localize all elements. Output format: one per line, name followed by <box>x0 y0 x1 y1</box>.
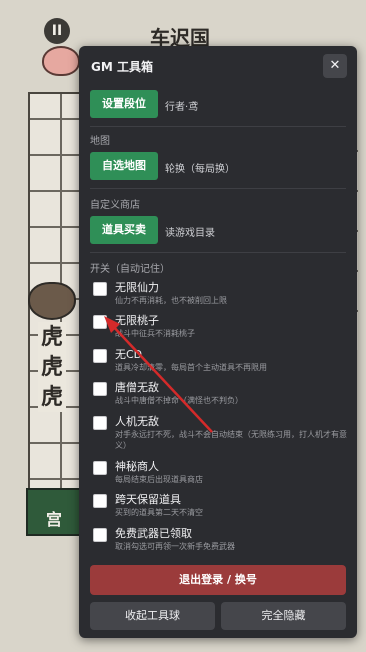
logout-button[interactable]: 退出登录 / 换号 <box>90 565 346 595</box>
panel-title: GM 工具箱 <box>91 60 153 74</box>
divider <box>90 126 346 127</box>
shop-note: 读游戏目录 <box>165 228 215 239</box>
toggle-name: 无限桃子 <box>115 314 159 327</box>
gm-toolbox-panel: GM 工具箱 ✕ 设置段位 行者·鸢 地图 自选地图 轮换（每局换） 自定义商店… <box>79 46 357 638</box>
close-icon[interactable]: ✕ <box>323 54 347 78</box>
shop-section-label: 自定义商店 <box>90 200 140 211</box>
tiger-piece: 虎 <box>40 384 63 410</box>
realm-note: 行者·鸢 <box>165 102 199 113</box>
toggle-description: 道具冷却清零，每局首个主动道具不再限用 <box>115 363 267 372</box>
toggle-name: 无CD <box>115 348 143 361</box>
pause-icon[interactable]: II <box>44 18 70 44</box>
checkbox[interactable] <box>93 315 107 329</box>
tiger-piece: 虎 <box>40 324 63 350</box>
checkbox[interactable] <box>93 528 107 542</box>
palace-icon: 宫 <box>26 488 82 536</box>
divider <box>90 188 346 189</box>
toggle-name: 人机无敌 <box>115 415 159 428</box>
toggle-description: 仙力不再消耗，也不被削回上限 <box>115 296 227 305</box>
toggle-name: 唐僧无敌 <box>115 381 159 394</box>
toggle-description: 每局结束后出现道具商店 <box>115 475 203 484</box>
collapse-tool-ball-button[interactable]: 收起工具球 <box>90 602 215 630</box>
set-realm-button[interactable]: 设置段位 <box>90 90 158 118</box>
checkbox[interactable] <box>93 416 107 430</box>
checkbox[interactable] <box>93 282 107 296</box>
toggle-name: 跨天保留道具 <box>115 493 181 506</box>
checkbox[interactable] <box>93 349 107 363</box>
choose-map-button[interactable]: 自选地图 <box>90 152 158 180</box>
toggle-description: 取消勾选可再领一次新手免费武器 <box>115 542 235 551</box>
toggle-name: 无限仙力 <box>115 281 159 294</box>
checkbox[interactable] <box>93 382 107 396</box>
divider <box>90 252 346 253</box>
toggle-name: 免费武器已领取 <box>115 527 192 540</box>
map-note: 轮换（每局换） <box>165 164 235 175</box>
peach-icon <box>42 46 80 76</box>
hide-completely-button[interactable]: 完全隐藏 <box>221 602 346 630</box>
toggle-description: 战斗中唐僧不掉命（满怪也不判负） <box>115 396 243 405</box>
tiger-pieces: 虎 虎 虎 <box>38 322 66 412</box>
item-trade-button[interactable]: 道具买卖 <box>90 216 158 244</box>
tiger-piece: 虎 <box>40 354 63 380</box>
toggle-description: 战斗中征兵不消耗桃子 <box>115 329 195 338</box>
toggle-description: 买到的道具第二天不清空 <box>115 508 203 517</box>
toggle-description: 对手永远打不死，战斗不会自动结束（无限练习用，打人机才有意义） <box>115 430 347 450</box>
checkbox[interactable] <box>93 461 107 475</box>
panel-header: GM 工具箱 ✕ <box>79 46 357 86</box>
toggle-name: 神秘商人 <box>115 460 159 473</box>
map-section-label: 地图 <box>90 136 110 147</box>
toggles-section-label: 开关（自动记住） <box>90 264 170 275</box>
checkbox[interactable] <box>93 494 107 508</box>
pot-icon <box>28 282 76 320</box>
